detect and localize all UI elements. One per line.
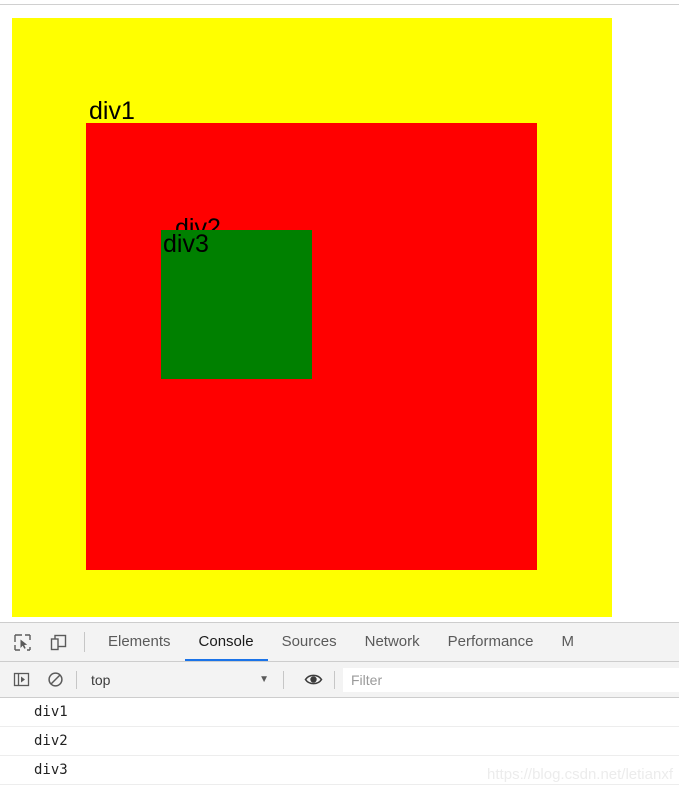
console-context-selector[interactable]: top ▼ [85, 668, 275, 692]
console-filter-input[interactable] [343, 667, 679, 692]
chevron-down-icon: ▼ [259, 674, 269, 685]
create-live-expression-icon[interactable] [300, 667, 326, 693]
div2-box: div2 div3 [86, 123, 537, 570]
toolbar-divider-3 [334, 670, 335, 689]
devtools-tabbar: Elements Console Sources Network Perform… [0, 623, 679, 662]
div3-label: div3 [163, 230, 209, 258]
tab-performance[interactable]: Performance [434, 623, 548, 661]
clear-console-icon[interactable] [42, 667, 68, 693]
div1-label: div1 [89, 97, 135, 125]
tab-network[interactable]: Network [351, 623, 434, 661]
tab-console[interactable]: Console [184, 623, 268, 661]
div3-box: div3 [161, 230, 312, 379]
tab-sources[interactable]: Sources [268, 623, 351, 661]
devtools-panel: Elements Console Sources Network Perform… [0, 622, 679, 796]
console-toolbar: top ▼ [0, 662, 679, 698]
div1-box: div1 div2 div3 [12, 18, 612, 617]
console-message-row[interactable]: div2 [0, 727, 679, 756]
device-toolbar-icon[interactable] [44, 628, 72, 656]
console-sidebar-icon[interactable] [8, 667, 34, 693]
toolbar-divider-2 [283, 670, 284, 689]
tabbar-divider [84, 632, 85, 652]
console-message-row[interactable]: div3 [0, 756, 679, 785]
tab-elements[interactable]: Elements [94, 623, 185, 661]
inspect-element-icon[interactable] [8, 628, 36, 656]
tab-memory[interactable]: M [548, 623, 589, 661]
console-message-list: div1 div2 div3 [0, 698, 679, 785]
browser-viewport: div1 div2 div3 [0, 0, 679, 622]
console-context-label: top [91, 671, 111, 688]
console-message-row[interactable]: div1 [0, 698, 679, 727]
toolbar-divider-1 [76, 670, 77, 689]
viewport-top-divider [0, 4, 679, 5]
